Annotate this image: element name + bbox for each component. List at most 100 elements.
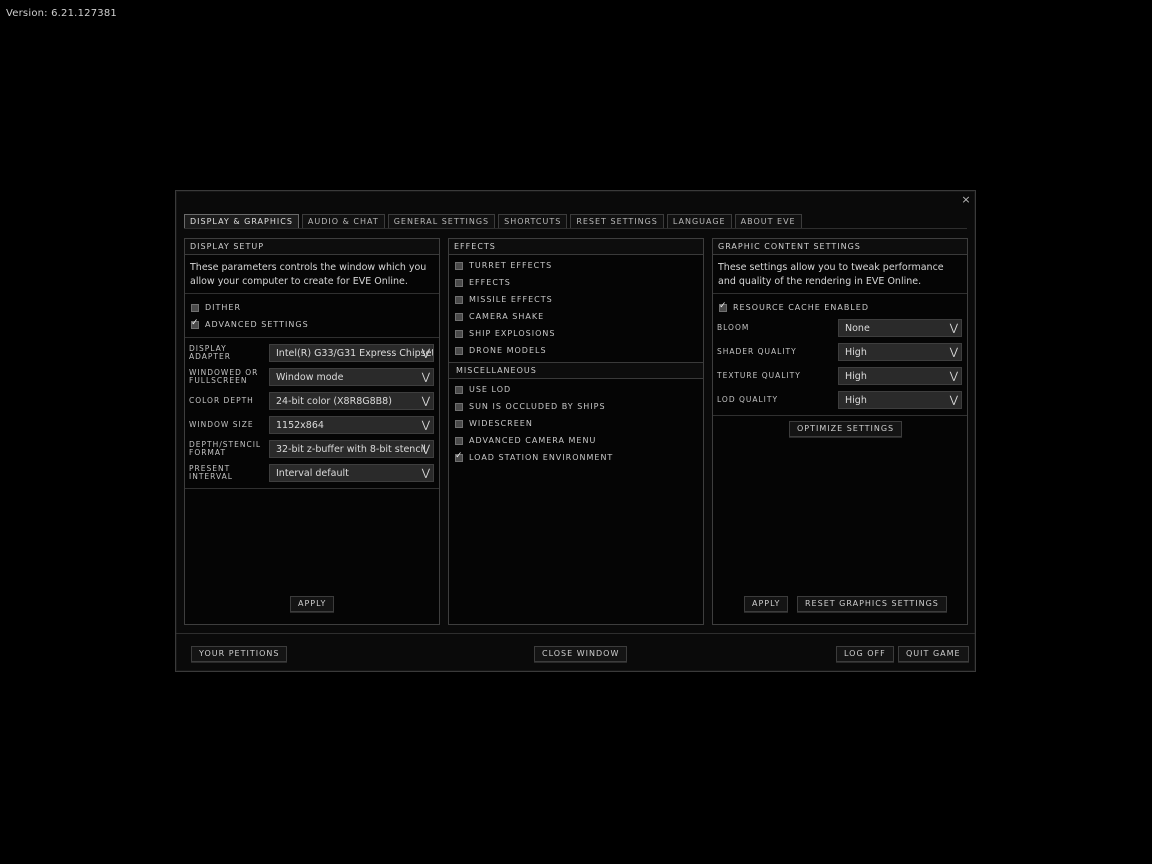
load-station-environment-checkbox[interactable]: Load Station Environment — [449, 449, 703, 466]
turret-effects-checkbox[interactable]: Turret Effects — [449, 257, 703, 274]
tab-display-graphics[interactable]: Display & Graphics — [184, 214, 299, 228]
tab-bar: Display & Graphics Audio & Chat General … — [184, 214, 802, 228]
sun-occluded-checkbox[interactable]: Sun is occluded by ships — [449, 398, 703, 415]
checkbox-box[interactable] — [455, 436, 463, 445]
setting-label: Bloom — [717, 323, 750, 332]
select-value: High — [845, 371, 867, 382]
check-icon[interactable] — [455, 451, 463, 462]
quit-game-button[interactable]: Quit Game — [898, 646, 969, 662]
setting-row-texture-quality: Texture Quality High ⋁ — [713, 364, 967, 388]
effects-checkbox[interactable]: Effects — [449, 274, 703, 291]
checkbox-label: Resource Cache Enabled — [733, 303, 869, 312]
display-adapter-select[interactable]: Intel(R) G33/G31 Express Chipset ⋁ — [269, 344, 434, 362]
texture-quality-select[interactable]: High ⋁ — [838, 367, 962, 385]
setting-label: Window Size — [189, 420, 254, 429]
chevron-down-icon: ⋁ — [949, 371, 958, 382]
setting-row-bloom: Bloom None ⋁ — [713, 316, 967, 340]
select-value: Intel(R) G33/G31 Express Chipset — [276, 348, 434, 359]
widescreen-checkbox[interactable]: Widescreen — [449, 415, 703, 432]
setting-label: LOD Quality — [717, 395, 779, 404]
tab-about-eve[interactable]: About EVE — [734, 214, 802, 228]
checkbox-box[interactable] — [455, 346, 463, 355]
setting-label: Depth/Stencil Format — [189, 440, 262, 457]
select-value: Interval default — [276, 468, 349, 479]
optimize-settings-button[interactable]: Optimize Settings — [789, 421, 903, 437]
tab-general-settings[interactable]: General Settings — [387, 214, 496, 228]
bloom-select[interactable]: None ⋁ — [838, 319, 962, 337]
setting-row-windowed: Windowed or Fullscreen Window mode ⋁ — [185, 365, 439, 389]
checkbox-label: Advanced Settings — [205, 320, 309, 329]
chevron-down-icon: ⋁ — [421, 468, 430, 479]
setting-row-depth-stencil: Depth/Stencil Format 32-bit z-buffer wit… — [185, 437, 439, 461]
checkbox-label: Camera Shake — [469, 312, 545, 321]
chevron-down-icon: ⋁ — [949, 323, 958, 334]
setting-label: Color Depth — [189, 396, 254, 405]
depth-stencil-select[interactable]: 32-bit z-buffer with 8-bit stencil ⋁ — [269, 440, 434, 458]
chevron-down-icon: ⋁ — [421, 420, 430, 431]
checkbox-box[interactable] — [455, 312, 463, 321]
advanced-camera-menu-checkbox[interactable]: Advanced Camera Menu — [449, 432, 703, 449]
ship-explosions-checkbox[interactable]: Ship Explosions — [449, 325, 703, 342]
resource-cache-checkbox[interactable]: Resource Cache Enabled — [713, 299, 967, 316]
display-apply-button[interactable]: Apply — [290, 596, 335, 612]
lod-quality-select[interactable]: High ⋁ — [838, 391, 962, 409]
chevron-down-icon: ⋁ — [949, 347, 958, 358]
checkbox-box[interactable] — [455, 278, 463, 287]
checkbox-box[interactable] — [455, 419, 463, 428]
version-label: Version: 6.21.127381 — [6, 8, 117, 19]
checkbox-label: Sun is occluded by ships — [469, 402, 606, 411]
present-interval-select[interactable]: Interval default ⋁ — [269, 464, 434, 482]
select-value: Window mode — [276, 372, 344, 383]
setting-row-display-adapter: Display Adapter Intel(R) G33/G31 Express… — [185, 341, 439, 365]
setting-row-window-size: Window Size 1152x864 ⋁ — [185, 413, 439, 437]
window-size-select[interactable]: 1152x864 ⋁ — [269, 416, 434, 434]
dither-checkbox[interactable]: Dither — [185, 299, 439, 316]
check-icon[interactable] — [719, 301, 727, 312]
checkbox-box[interactable] — [455, 402, 463, 411]
tab-language[interactable]: Language — [666, 214, 732, 228]
use-lod-checkbox[interactable]: Use LOD — [449, 381, 703, 398]
display-setup-panel: DISPLAY SETUP These parameters controls … — [184, 238, 440, 625]
graphic-content-panel: GRAPHIC CONTENT SETTINGS These settings … — [712, 238, 968, 625]
reset-graphics-settings-button[interactable]: Reset Graphics Settings — [797, 596, 947, 612]
checkbox-box[interactable] — [191, 303, 199, 312]
display-setup-title: DISPLAY SETUP — [185, 239, 439, 255]
checkbox-label: Turret Effects — [469, 261, 553, 270]
color-depth-select[interactable]: 24-bit color (X8R8G8B8) ⋁ — [269, 392, 434, 410]
missile-effects-checkbox[interactable]: Missile Effects — [449, 291, 703, 308]
checkbox-label: Drone Models — [469, 346, 547, 355]
checkbox-label: Load Station Environment — [469, 453, 614, 462]
drone-models-checkbox[interactable]: Drone Models — [449, 342, 703, 359]
checkbox-label: Use LOD — [469, 385, 512, 394]
checkbox-label: Widescreen — [469, 419, 533, 428]
select-value: High — [845, 347, 867, 358]
effects-title: EFFECTS — [449, 239, 703, 255]
checkbox-box[interactable] — [455, 329, 463, 338]
select-value: 24-bit color (X8R8G8B8) — [276, 396, 392, 407]
check-icon[interactable] — [191, 318, 199, 329]
tab-shortcuts[interactable]: Shortcuts — [498, 214, 568, 228]
tab-reset-settings[interactable]: Reset Settings — [570, 214, 664, 228]
windowed-select[interactable]: Window mode ⋁ — [269, 368, 434, 386]
checkbox-label: Missile Effects — [469, 295, 553, 304]
checkbox-label: Advanced Camera Menu — [469, 436, 597, 445]
effects-panel: EFFECTS Turret Effects Effects Missile E… — [448, 238, 704, 625]
setting-label: Windowed or Fullscreen — [189, 368, 259, 385]
setting-row-color-depth: Color Depth 24-bit color (X8R8G8B8) ⋁ — [185, 389, 439, 413]
checkbox-box[interactable] — [455, 261, 463, 270]
checkbox-box[interactable] — [455, 385, 463, 394]
your-petitions-button[interactable]: Your Petitions — [191, 646, 288, 662]
tab-audio-chat[interactable]: Audio & Chat — [301, 214, 385, 228]
log-off-button[interactable]: Log Off — [836, 646, 894, 662]
setting-label: Present Interval — [189, 464, 233, 481]
shader-quality-select[interactable]: High ⋁ — [838, 343, 962, 361]
graphics-apply-button[interactable]: Apply — [744, 596, 789, 612]
chevron-down-icon: ⋁ — [421, 348, 430, 359]
setting-row-lod-quality: LOD Quality High ⋁ — [713, 388, 967, 412]
checkbox-label: Ship Explosions — [469, 329, 556, 338]
camera-shake-checkbox[interactable]: Camera Shake — [449, 308, 703, 325]
close-window-button[interactable]: Close Window — [534, 646, 628, 662]
close-icon[interactable]: × — [959, 193, 973, 207]
advanced-settings-checkbox[interactable]: Advanced Settings — [185, 316, 439, 333]
checkbox-box[interactable] — [455, 295, 463, 304]
